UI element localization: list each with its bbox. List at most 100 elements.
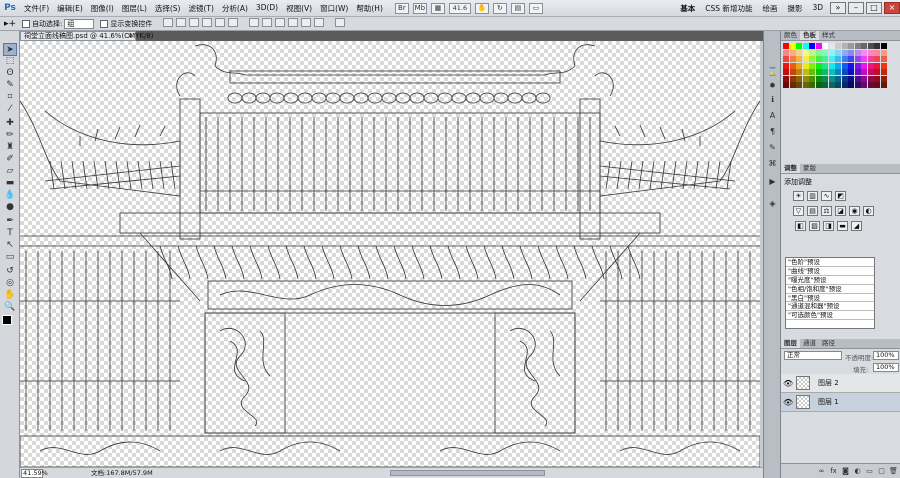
clone-source-icon[interactable]: ⌘: [767, 159, 778, 169]
color-swatch[interactable]: [867, 69, 874, 75]
menu-item[interactable]: 图像(I): [87, 3, 118, 14]
brush-presets-icon[interactable]: ✎: [767, 143, 778, 153]
color-swatch[interactable]: [796, 69, 802, 75]
color-swatch[interactable]: [861, 43, 867, 49]
color-swatch[interactable]: [809, 56, 815, 62]
menu-item[interactable]: 选择(S): [151, 3, 185, 14]
auto-align-icon[interactable]: [334, 18, 345, 27]
vibrance-icon[interactable]: ▽: [793, 206, 804, 216]
color-swatch[interactable]: [815, 43, 822, 49]
color-swatch[interactable]: [809, 69, 815, 75]
color-swatch[interactable]: [861, 82, 867, 88]
color-swatch[interactable]: [802, 62, 809, 69]
auto-select-checkbox[interactable]: [22, 19, 31, 28]
color-swatch[interactable]: [867, 82, 874, 88]
color-swatch[interactable]: [802, 56, 809, 62]
paragraph-icon[interactable]: ¶: [767, 127, 778, 137]
color-swatch[interactable]: [854, 75, 861, 82]
close-button[interactable]: ×: [884, 2, 900, 14]
exposure-icon[interactable]: ◩: [835, 191, 846, 201]
color-swatch[interactable]: [861, 49, 867, 56]
layer-row[interactable]: 👁 图层 2: [781, 374, 900, 393]
document-size-info[interactable]: 文档:167.8M/57.9M: [91, 468, 153, 478]
color-swatch[interactable]: [822, 49, 828, 56]
show-transform-checkbox[interactable]: [100, 19, 109, 28]
color-swatch[interactable]: [874, 43, 880, 49]
color-swatch[interactable]: [815, 62, 822, 69]
shape-tool-icon[interactable]: ▭: [3, 251, 17, 264]
delete-layer-icon[interactable]: 🗑: [889, 467, 898, 476]
eye-icon[interactable]: 👁: [783, 398, 793, 407]
color-swatch[interactable]: [854, 56, 861, 62]
color-swatch[interactable]: [880, 56, 887, 62]
new-adjustment-icon[interactable]: ◐: [853, 467, 862, 476]
more-workspaces-button[interactable]: »: [830, 2, 846, 14]
color-swatch[interactable]: [783, 69, 789, 75]
color-swatch[interactable]: [789, 82, 796, 88]
document-canvas[interactable]: [20, 41, 760, 467]
color-swatch[interactable]: [880, 69, 887, 75]
color-swatch[interactable]: [822, 69, 828, 75]
align-right-icon[interactable]: [228, 18, 239, 27]
color-swatch[interactable]: [841, 56, 848, 62]
color-swatch[interactable]: [835, 69, 841, 75]
tab-adjustments[interactable]: 调整: [781, 164, 800, 173]
color-swatch[interactable]: [880, 82, 887, 88]
color-swatch[interactable]: [880, 49, 887, 56]
color-swatch[interactable]: [809, 62, 815, 69]
color-swatch[interactable]: [802, 75, 809, 82]
align-top-icon[interactable]: [163, 18, 174, 27]
color-swatch[interactable]: [841, 75, 848, 82]
blend-mode-dropdown[interactable]: 正常: [784, 351, 842, 360]
color-swatch[interactable]: [874, 49, 880, 56]
menu-item[interactable]: 视图(V): [282, 3, 316, 14]
color-swatch[interactable]: [854, 43, 861, 49]
color-swatch[interactable]: [796, 49, 802, 56]
preset-item[interactable]: "色阶"预设: [786, 258, 874, 267]
screen-mode-icon[interactable]: ▭: [528, 2, 543, 14]
color-swatch[interactable]: [841, 82, 848, 88]
color-swatch[interactable]: [783, 43, 789, 49]
align-left-icon[interactable]: [202, 18, 213, 27]
color-swatch[interactable]: [789, 75, 796, 82]
align-bottom-icon[interactable]: [189, 18, 200, 27]
color-swatch[interactable]: [848, 62, 854, 69]
levels-icon[interactable]: ▥: [807, 191, 818, 201]
color-swatch[interactable]: [828, 82, 835, 88]
color-swatch[interactable]: [854, 49, 861, 56]
color-swatch[interactable]: [867, 56, 874, 62]
horizontal-scrollbar-thumb[interactable]: [390, 470, 545, 476]
tab-paths[interactable]: 路径: [819, 339, 838, 348]
color-swatch[interactable]: [861, 62, 867, 69]
color-swatch[interactable]: [783, 56, 789, 62]
color-swatch[interactable]: [822, 56, 828, 62]
preset-item[interactable]: "通道混和器"预设: [786, 302, 874, 312]
tab-styles[interactable]: 样式: [819, 31, 838, 40]
color-swatch[interactable]: [809, 43, 815, 49]
color-swatch[interactable]: [802, 49, 809, 56]
color-balance-icon[interactable]: ⚖: [821, 206, 832, 216]
color-swatch[interactable]: [835, 43, 841, 49]
distribute-top-icon[interactable]: [248, 18, 259, 27]
workspace-button[interactable]: CSS 新增功能: [700, 3, 757, 14]
color-swatch[interactable]: [828, 69, 835, 75]
curves-icon[interactable]: ∿: [821, 191, 832, 201]
selective-color-icon[interactable]: ◢: [851, 221, 862, 231]
color-swatch[interactable]: [867, 43, 874, 49]
zoom-level-field[interactable]: 41.6: [448, 2, 471, 14]
color-swatch[interactable]: [789, 49, 796, 56]
color-swatch[interactable]: [796, 56, 802, 62]
eyedropper-tool-icon[interactable]: ⁄: [3, 103, 17, 116]
color-swatch[interactable]: [835, 82, 841, 88]
tab-masks[interactable]: 蒙版: [800, 164, 819, 173]
hand-icon[interactable]: ✋: [474, 2, 489, 14]
foreground-color-swatch[interactable]: [2, 315, 12, 325]
minibridge-icon[interactable]: Mb: [412, 2, 427, 14]
align-hcenter-icon[interactable]: [215, 18, 226, 27]
info-icon[interactable]: ℹ: [767, 95, 778, 105]
channel-mixer-icon[interactable]: ◐: [863, 206, 874, 216]
photo-filter-icon[interactable]: ◉: [849, 206, 860, 216]
document-close-icon[interactable]: ×: [127, 32, 133, 40]
color-swatch[interactable]: [789, 43, 796, 49]
color-swatch[interactable]: [828, 43, 835, 49]
